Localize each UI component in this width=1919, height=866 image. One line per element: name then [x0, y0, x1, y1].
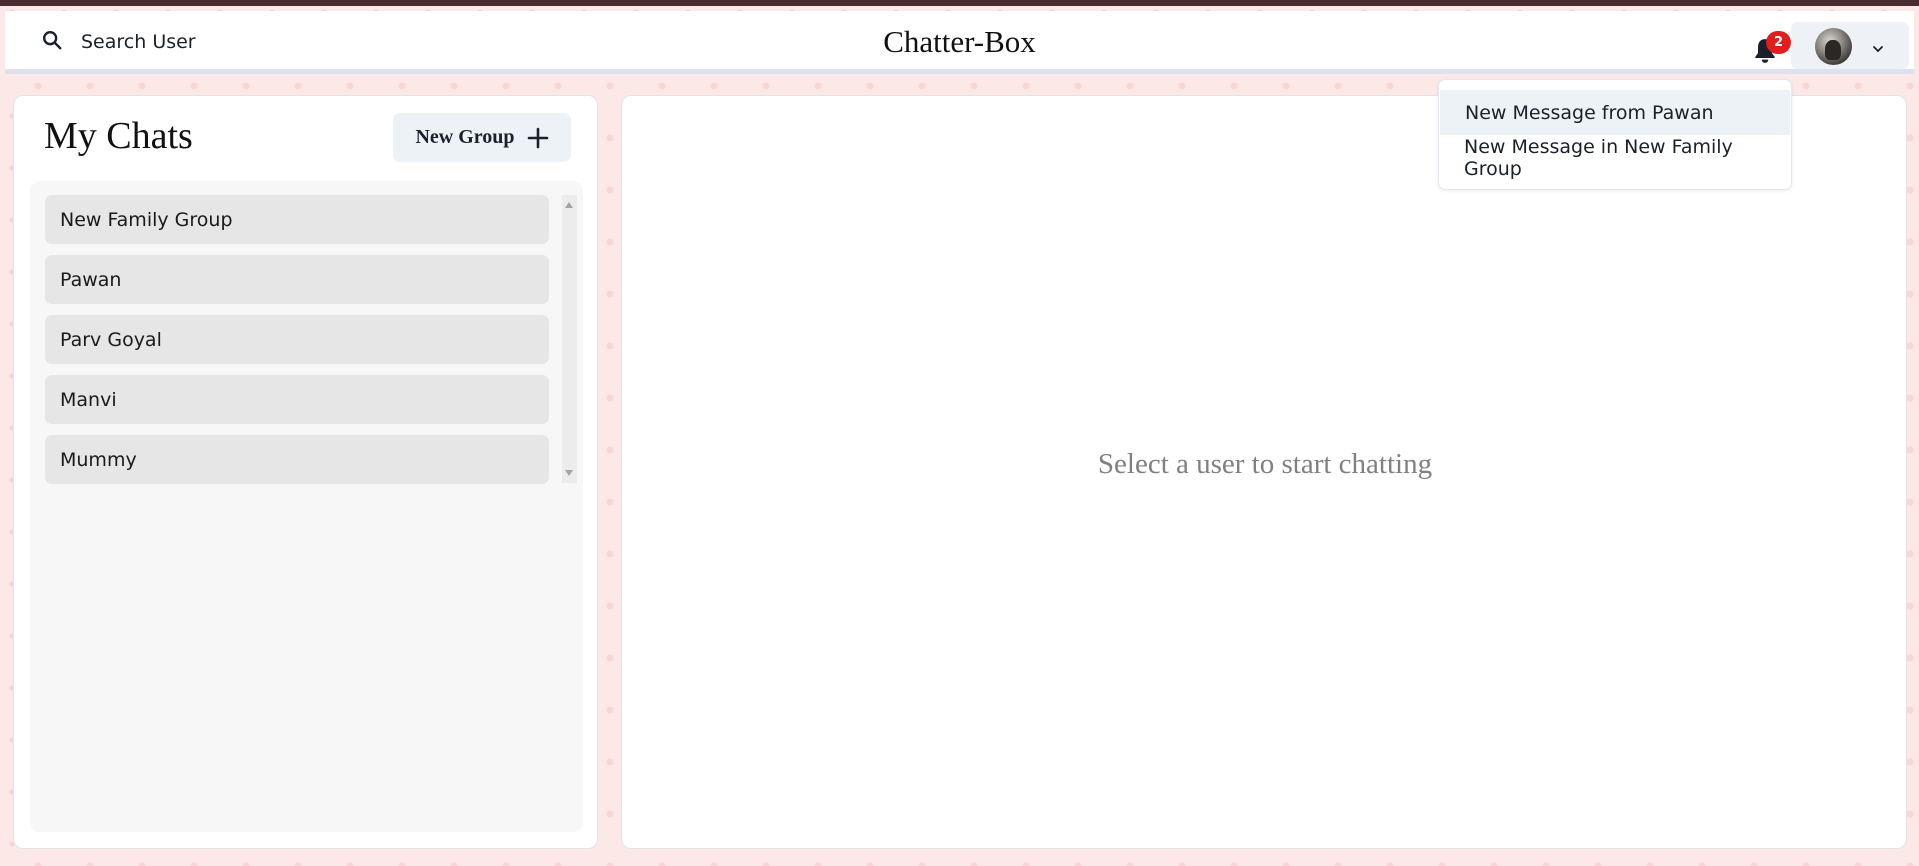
- search-icon: [41, 29, 63, 55]
- new-group-button[interactable]: New Group: [393, 113, 571, 162]
- notification-bell-button[interactable]: 2: [1750, 29, 1791, 63]
- notification-item[interactable]: New Message in New Family Group: [1439, 135, 1791, 180]
- top-strip: [0, 0, 1919, 6]
- chat-item-pawan[interactable]: Pawan: [45, 255, 549, 304]
- chat-list-container: New Family Group Pawan Parv Goyal Manvi …: [30, 181, 583, 832]
- chat-item-manvi[interactable]: Manvi: [45, 375, 549, 424]
- chat-list-scrollbar[interactable]: [562, 195, 577, 483]
- notification-item[interactable]: New Message from Pawan: [1440, 90, 1790, 135]
- avatar: [1815, 28, 1852, 65]
- app-title: Chatter-Box: [883, 24, 1036, 59]
- chat-item-parv-goyal[interactable]: Parv Goyal: [45, 315, 549, 364]
- scroll-up-arrow-icon[interactable]: [565, 202, 573, 208]
- plus-icon: [527, 127, 549, 149]
- header-bar: Search User Chatter-Box 2: [5, 11, 1914, 74]
- chat-list[interactable]: New Family Group Pawan Parv Goyal Manvi …: [45, 195, 549, 495]
- profile-menu-button[interactable]: [1791, 22, 1909, 69]
- notifications-dropdown: New Message from Pawan New Message in Ne…: [1438, 79, 1792, 190]
- notification-count-badge: 2: [1766, 31, 1791, 54]
- new-group-label: New Group: [415, 126, 515, 148]
- chevron-down-icon: [1871, 40, 1885, 53]
- empty-chat-placeholder: Select a user to start chatting: [1097, 448, 1433, 480]
- chat-item-mummy[interactable]: Mummy: [45, 435, 549, 484]
- scroll-down-arrow-icon[interactable]: [565, 470, 573, 476]
- my-chats-panel: My Chats New Group New Family Group Pawa…: [13, 95, 598, 849]
- search-user-button[interactable]: Search User: [25, 19, 205, 65]
- chat-window-panel: Select a user to start chatting: [621, 95, 1907, 849]
- chat-item-new-family-group[interactable]: New Family Group: [45, 195, 549, 244]
- search-user-label: Search User: [81, 31, 196, 53]
- my-chats-title: My Chats: [44, 115, 193, 157]
- app-title-wrap: Chatter-Box: [5, 24, 1914, 60]
